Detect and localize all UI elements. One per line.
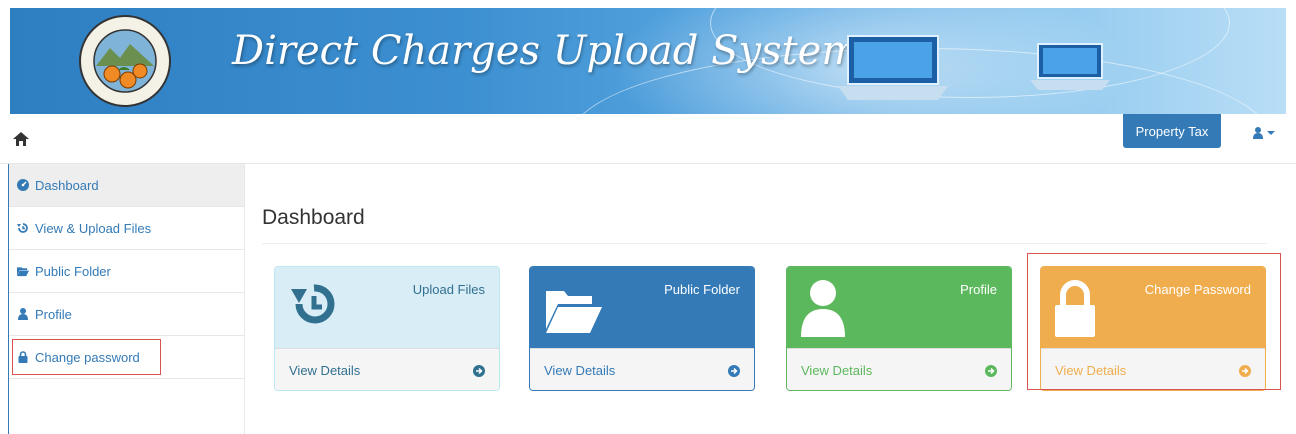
arrow-circle-right-icon [473,364,485,377]
sidebar-item-label: Dashboard [35,177,99,193]
panel-label: Public Folder [664,282,740,297]
history-icon [17,222,29,234]
dashboard-icon [17,179,29,191]
divider [262,243,1267,244]
sidebar: Dashboard View & Upload Files Public Fol… [9,164,245,434]
app-title: Direct Charges Upload System [232,28,860,74]
panel-label: Profile [960,282,997,297]
sidebar-item-label: Profile [35,306,72,322]
sidebar-item-profile[interactable]: Profile [9,293,244,336]
view-details-link[interactable]: View Details [275,348,499,390]
view-details-link[interactable]: View Details [530,348,754,390]
view-details-link[interactable]: View Details [787,348,1011,390]
highlight-box [1027,253,1281,390]
sidebar-item-view-upload-files[interactable]: View & Upload Files [9,207,244,250]
sidebar-item-label: Public Folder [35,263,111,279]
highlight-box [12,339,161,375]
user-menu-dropdown[interactable] [1253,127,1275,139]
sidebar-item-dashboard[interactable]: Dashboard [9,164,244,207]
view-details-label: View Details [801,363,873,378]
view-details-label: View Details [544,363,616,378]
caret-down-icon [1267,131,1275,135]
folder-open-icon [17,265,29,277]
sidebar-item-public-folder[interactable]: Public Folder [9,250,244,293]
view-details-label: View Details [289,363,361,378]
upload-files-panel[interactable]: Upload Files View Details [274,266,500,391]
arrow-circle-right-icon [728,364,740,377]
user-icon [1253,127,1263,139]
property-tax-button[interactable]: Property Tax [1123,114,1221,148]
user-icon [801,280,845,337]
home-icon[interactable] [13,132,29,146]
public-folder-panel[interactable]: Public Folder View Details [529,266,755,391]
arrow-circle-right-icon [985,364,997,377]
top-navbar: Property Tax [0,114,1296,164]
panel-label: Upload Files [412,282,485,297]
laptop-graphic [838,35,948,100]
profile-panel[interactable]: Profile View Details [786,266,1012,391]
page-title: Dashboard [262,206,365,229]
laptop-graphic [1030,43,1110,90]
header-banner: Direct Charges Upload System [10,8,1286,114]
county-seal-logo [79,15,171,107]
user-icon [17,308,29,320]
history-icon [291,284,335,324]
folder-open-icon [546,291,602,333]
sidebar-item-label: View & Upload Files [35,220,152,236]
